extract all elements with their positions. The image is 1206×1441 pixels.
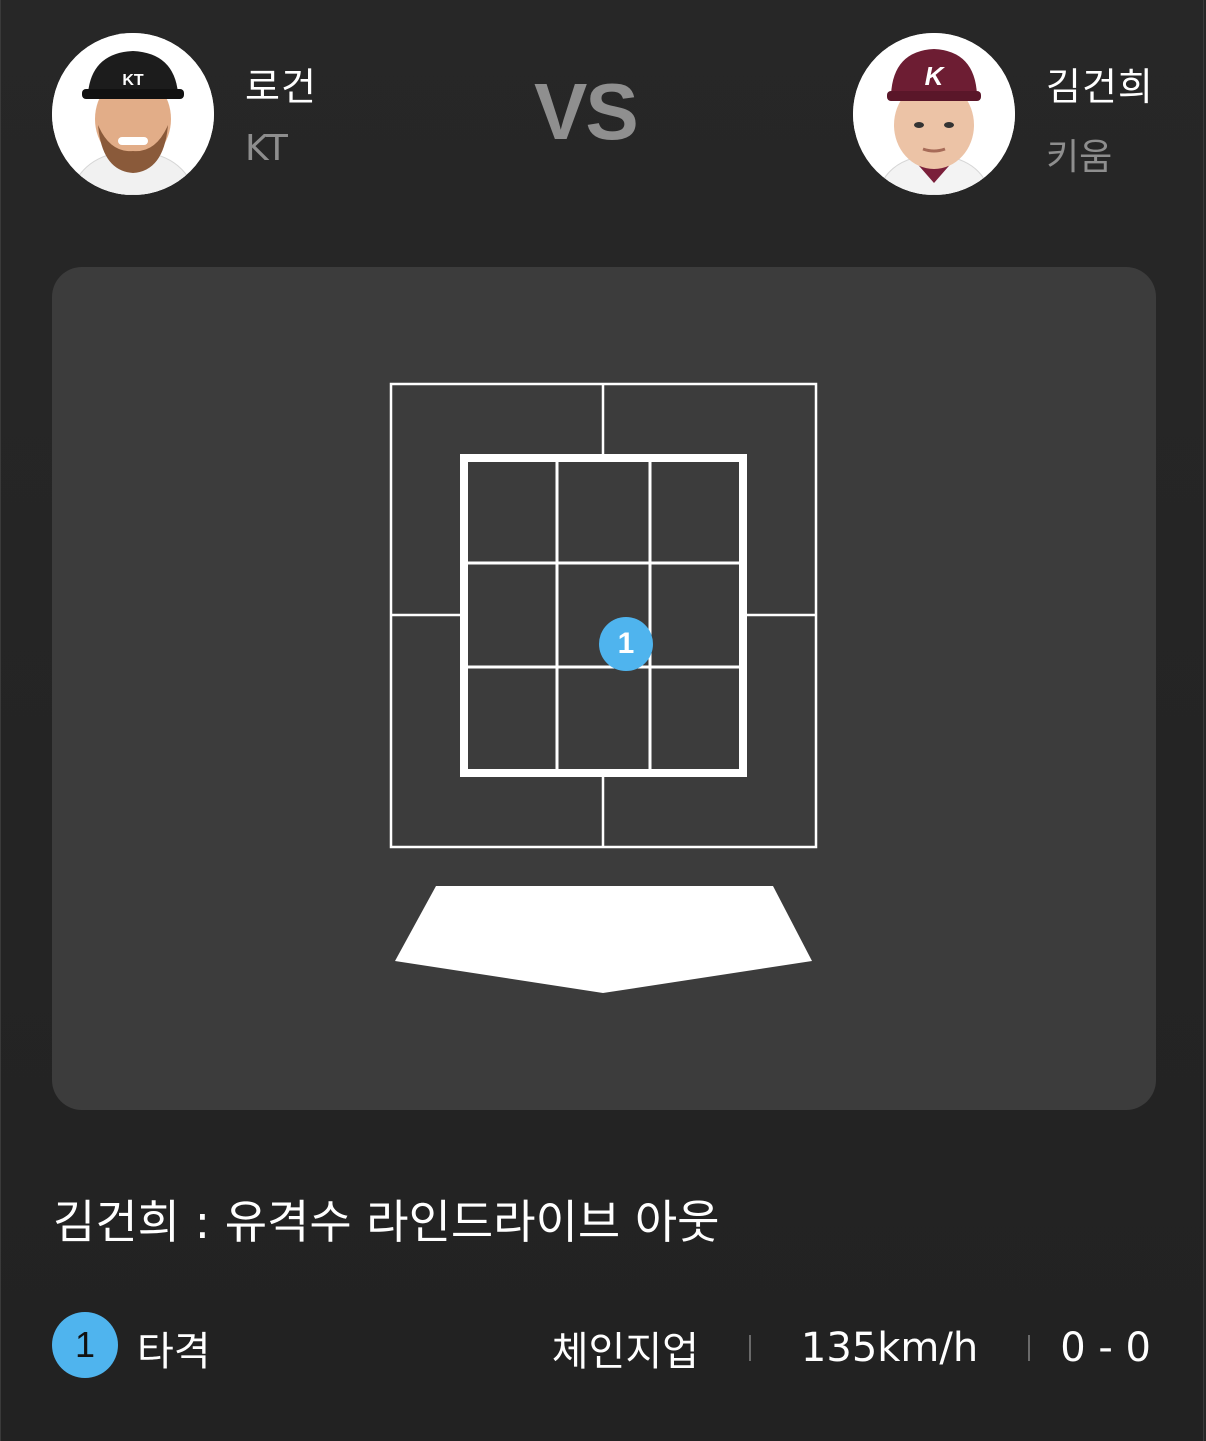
result-description: 김건희 : 유격수 라인드라이브 아웃 (53, 1195, 720, 1249)
pitcher-name: 김건희 (1046, 65, 1154, 109)
pitch-meta: 체인지업 135km/h 0 - 0 (552, 1319, 1151, 1377)
pitch-type: 체인지업 (551, 1329, 699, 1375)
ball-count: 0 - 0 (1060, 1325, 1151, 1371)
svg-text:K: K (925, 61, 946, 91)
vs-label: VS (534, 67, 639, 156)
pitch-marker[interactable]: 1 (599, 617, 653, 671)
batter-photo-icon: KT (52, 33, 214, 195)
batter-team: KT (245, 128, 288, 169)
pitcher-avatar[interactable]: K (853, 33, 1015, 195)
batter-avatar[interactable]: KT (52, 33, 214, 195)
svg-text:KT: KT (122, 72, 144, 89)
pitcher-photo-icon: K (853, 33, 1015, 195)
pitch-result-label: 타격 (137, 1329, 211, 1375)
strike-zone-diagram (389, 382, 818, 993)
pitch-card: KT 로건 KT VS K 김건희 키움 1 김건희: 유격수 라인드라이브 … (0, 0, 1204, 1441)
strike-zone-panel: 1 (52, 267, 1156, 1110)
pitch-number-badge: 1 (52, 1312, 118, 1378)
strike-zone (460, 454, 747, 777)
batter-name: 로건 (245, 65, 317, 109)
home-plate (395, 886, 812, 993)
meta-divider (748, 1335, 751, 1361)
pitcher-team: 키움 (1046, 137, 1113, 178)
meta-divider (1028, 1335, 1031, 1361)
pitch-speed: 135km/h (800, 1325, 979, 1371)
